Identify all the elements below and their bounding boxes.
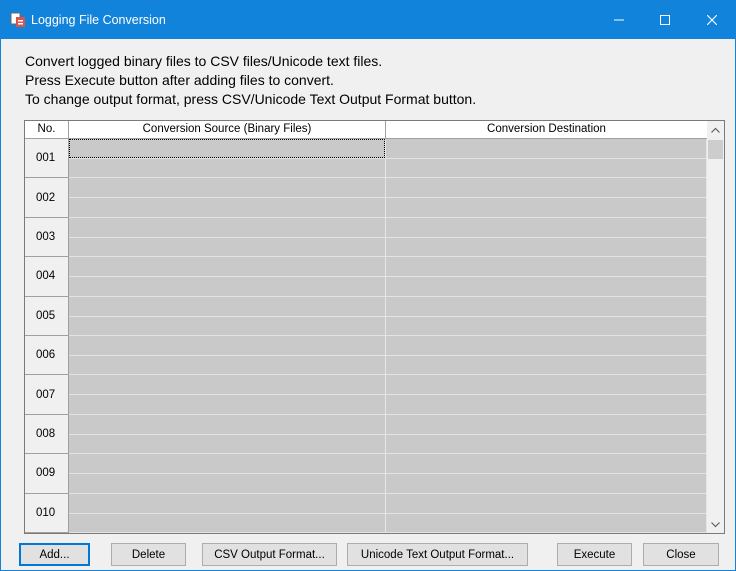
close-icon <box>707 15 717 25</box>
maximize-icon <box>660 15 670 25</box>
row-number: 004 <box>25 257 69 297</box>
source-cell[interactable] <box>69 375 386 415</box>
destination-cell[interactable] <box>386 493 707 533</box>
table-row[interactable]: 003 <box>25 217 707 258</box>
execute-button[interactable]: Execute <box>557 543 632 566</box>
grid-header: No. Conversion Source (Binary Files) Con… <box>25 121 707 139</box>
minimize-icon <box>614 19 624 21</box>
table-row[interactable]: 008 <box>25 414 707 455</box>
destination-cell[interactable] <box>386 375 707 415</box>
delete-button[interactable]: Delete <box>111 543 186 566</box>
header-source[interactable]: Conversion Source (Binary Files) <box>69 121 386 138</box>
destination-cell[interactable] <box>386 336 707 376</box>
source-cell[interactable] <box>69 217 386 258</box>
instruction-line: Convert logged binary files to CSV files… <box>25 53 383 69</box>
destination-cell[interactable] <box>386 178 707 218</box>
instruction-line: Press Execute button after adding files … <box>25 72 334 88</box>
header-no[interactable]: No. <box>25 121 69 138</box>
title-bar[interactable]: Logging File Conversion <box>1 1 735 39</box>
header-destination[interactable]: Conversion Destination <box>386 121 707 138</box>
chevron-up-icon <box>711 127 720 133</box>
table-row[interactable]: 002 <box>25 178 707 218</box>
destination-cell[interactable] <box>386 257 707 297</box>
instructions: Convert logged binary files to CSV files… <box>25 52 476 109</box>
instruction-line: To change output format, press CSV/Unico… <box>25 91 477 107</box>
table-row[interactable]: 005 <box>25 296 707 336</box>
destination-cell[interactable] <box>386 414 707 455</box>
file-list-grid[interactable]: No. Conversion Source (Binary Files) Con… <box>24 120 725 534</box>
scroll-up-button[interactable] <box>707 121 724 138</box>
row-number: 010 <box>25 493 69 533</box>
table-row[interactable]: 001 <box>25 139 707 179</box>
dialog-window: Logging File Conversion Convert logged b… <box>0 0 736 571</box>
minimize-button[interactable] <box>596 1 642 39</box>
scroll-thumb[interactable] <box>708 140 723 159</box>
source-cell[interactable] <box>69 414 386 455</box>
table-row[interactable]: 004 <box>25 257 707 297</box>
destination-cell[interactable] <box>386 139 707 179</box>
row-number: 005 <box>25 296 69 336</box>
source-cell[interactable] <box>69 139 386 179</box>
close-button[interactable]: Close <box>643 543 719 566</box>
table-row[interactable]: 010 <box>25 493 707 533</box>
table-row[interactable]: 009 <box>25 454 707 494</box>
csv-output-format-button[interactable]: CSV Output Format... <box>202 543 337 566</box>
destination-cell[interactable] <box>386 296 707 336</box>
maximize-button[interactable] <box>642 1 688 39</box>
row-number: 002 <box>25 178 69 218</box>
source-cell[interactable] <box>69 257 386 297</box>
row-number: 003 <box>25 217 69 258</box>
source-cell[interactable] <box>69 178 386 218</box>
row-number: 006 <box>25 336 69 376</box>
source-cell[interactable] <box>69 493 386 533</box>
destination-cell[interactable] <box>386 454 707 494</box>
source-cell[interactable] <box>69 296 386 336</box>
source-cell[interactable] <box>69 454 386 494</box>
row-number: 007 <box>25 375 69 415</box>
row-number: 008 <box>25 414 69 455</box>
scroll-down-button[interactable] <box>707 516 724 533</box>
chevron-down-icon <box>711 521 720 527</box>
window-title: Logging File Conversion <box>31 13 166 27</box>
add-button[interactable]: Add... <box>19 543 90 566</box>
grid-rows: 001 002 003 004 005 006 007 008 009 010 <box>25 139 707 533</box>
destination-cell[interactable] <box>386 217 707 258</box>
row-number: 001 <box>25 139 69 179</box>
close-window-button[interactable] <box>689 1 735 39</box>
table-row[interactable]: 006 <box>25 336 707 376</box>
app-icon <box>10 12 25 27</box>
vertical-scrollbar[interactable] <box>707 121 724 533</box>
source-cell[interactable] <box>69 336 386 376</box>
table-row[interactable]: 007 <box>25 375 707 415</box>
unicode-output-format-button[interactable]: Unicode Text Output Format... <box>347 543 528 566</box>
row-number: 009 <box>25 454 69 494</box>
